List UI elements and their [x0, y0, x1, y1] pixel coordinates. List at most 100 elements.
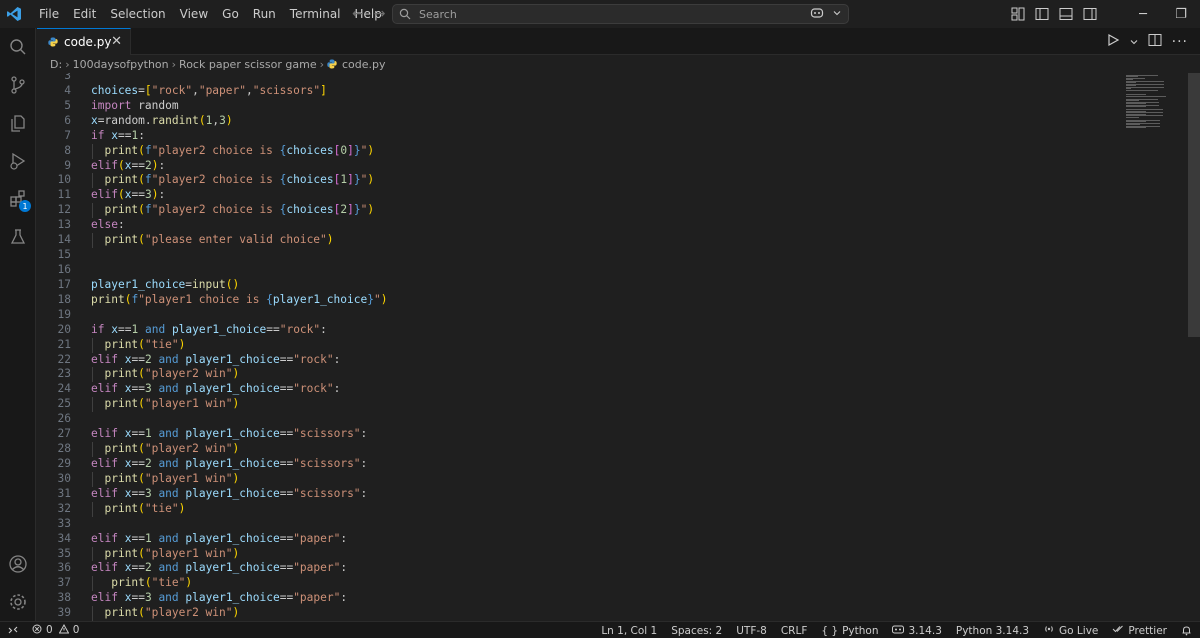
line-number: 26	[57, 412, 71, 426]
go-live-button[interactable]: Go Live	[1043, 624, 1098, 637]
minimap-line	[1126, 86, 1164, 88]
more-actions-icon[interactable]: ···	[1172, 34, 1188, 50]
accounts-icon[interactable]	[0, 545, 36, 583]
prettier-button[interactable]: Prettier	[1112, 624, 1167, 637]
scrollbar-thumb[interactable]	[1188, 73, 1200, 337]
line-number: 34	[57, 531, 71, 545]
line-number: 30	[57, 471, 71, 485]
toggle-secondary-sidebar-icon[interactable]	[1082, 6, 1098, 22]
remote-indicator-icon[interactable]	[0, 622, 26, 638]
line-number: 10	[57, 173, 71, 187]
line-number: 12	[57, 203, 71, 217]
line-number: 8	[64, 143, 71, 157]
cursor-position[interactable]: Ln 1, Col 1	[601, 625, 657, 637]
vertical-scrollbar[interactable]	[1186, 73, 1200, 621]
line-number: 32	[57, 501, 71, 515]
end-of-line[interactable]: CRLF	[781, 625, 808, 637]
language-label: Python	[842, 624, 879, 637]
close-tab-icon[interactable]: ✕	[111, 34, 122, 49]
source-control-icon[interactable]	[0, 66, 36, 104]
line-number: 22	[57, 352, 71, 366]
back-arrow-icon[interactable]: ←	[352, 6, 364, 22]
menu-go[interactable]: Go	[215, 0, 246, 28]
menu-run[interactable]: Run	[246, 0, 283, 28]
line-number: 7	[64, 128, 71, 142]
copilot-icon	[810, 6, 824, 23]
toggle-primary-sidebar-icon[interactable]	[1034, 6, 1050, 22]
python-version-indicator[interactable]: 3.14.3	[892, 624, 942, 637]
navigation-arrows: ← →	[352, 0, 385, 28]
run-debug-icon[interactable]	[0, 142, 36, 180]
vscode-logo-icon	[0, 0, 28, 28]
editor-actions: ···	[1106, 28, 1188, 55]
line-number: 29	[57, 456, 71, 470]
breadcrumb-file[interactable]: code.py	[342, 58, 386, 71]
run-dropdown-chevron-icon[interactable]	[1130, 35, 1138, 49]
indentation[interactable]: Spaces: 2	[671, 625, 722, 637]
menu-edit[interactable]: Edit	[66, 0, 103, 28]
line-number: 5	[64, 98, 71, 112]
explorer-search-icon[interactable]	[0, 28, 36, 66]
minimap-line	[1126, 95, 1166, 97]
chevron-down-icon[interactable]	[832, 7, 842, 21]
customize-layout-icon[interactable]	[1010, 6, 1026, 22]
restore-icon[interactable]: ❐	[1162, 0, 1200, 28]
code-text: print(f"player2 choice is {choices[2]}")	[104, 203, 375, 217]
line-number: 16	[57, 262, 71, 276]
activity-bar-bottom	[0, 545, 36, 621]
line-number: 37	[57, 576, 71, 590]
go-live-label: Go Live	[1059, 624, 1099, 637]
chevron-right-icon: ›	[319, 57, 324, 71]
interpreter-selector[interactable]: Python 3.14.3	[956, 625, 1029, 637]
code-text: print("tie")	[104, 501, 186, 515]
breadcrumb-drive[interactable]: D:	[50, 58, 62, 71]
line-number: 38	[57, 591, 71, 605]
tab-code-py[interactable]: code.py ✕	[37, 28, 131, 55]
code-text: print("player2 win")	[104, 606, 240, 620]
split-editor-icon[interactable]	[1148, 33, 1162, 50]
status-bar: 0 0 Ln 1, Col 1 Spaces: 2 UTF-8 CRLF { }…	[0, 621, 1200, 638]
code-text: choices=["rock","paper","scissors"]	[91, 83, 327, 97]
command-center-search[interactable]: Search	[392, 4, 849, 24]
line-number: 25	[57, 397, 71, 411]
chevron-right-icon: ›	[65, 57, 70, 71]
editor-tab-bar: code.py ✕ ···	[37, 28, 1200, 55]
run-python-file-icon[interactable]	[1106, 33, 1120, 50]
copilot-button[interactable]	[810, 5, 842, 23]
code-text: elif(x==2):	[91, 158, 166, 172]
extensions-badge: 1	[19, 200, 31, 212]
testing-flask-icon[interactable]	[0, 218, 36, 256]
code-editor[interactable]: 3 4 choices=["rock","paper","scissors"] 5 im…	[37, 73, 1200, 621]
code-text: print("player1 win")	[104, 546, 240, 560]
file-encoding[interactable]: UTF-8	[736, 625, 767, 637]
code-text: elif x==1 and player1_choice=="paper":	[91, 531, 348, 545]
menu-file[interactable]: File	[32, 0, 66, 28]
minimap[interactable]	[1124, 73, 1186, 621]
explorer-files-icon[interactable]	[0, 104, 36, 142]
extensions-icon[interactable]: 1	[0, 180, 36, 218]
line-number: 39	[57, 606, 71, 620]
layout-controls	[1010, 0, 1098, 28]
menu-terminal[interactable]: Terminal	[283, 0, 348, 28]
menu-selection[interactable]: Selection	[103, 0, 172, 28]
notifications-bell-icon[interactable]	[1181, 625, 1192, 636]
line-number: 3	[64, 73, 71, 82]
breadcrumb-folder-100daysofpython[interactable]: 100daysofpython	[73, 58, 169, 71]
status-bar-right: Ln 1, Col 1 Spaces: 2 UTF-8 CRLF { } Pyt…	[601, 622, 1192, 638]
code-text: elif(x==3):	[91, 188, 166, 202]
menu-view[interactable]: View	[173, 0, 215, 28]
problems-indicator[interactable]: 0 0	[32, 623, 79, 637]
code-text: elif x==2 and player1_choice=="paper":	[91, 561, 348, 575]
code-text: x=random.randint(1,3)	[91, 113, 233, 127]
breadcrumb-folder-rock-paper[interactable]: Rock paper scissor game	[179, 58, 317, 71]
toggle-panel-icon[interactable]	[1058, 6, 1074, 22]
code-text: elif x==1 and player1_choice=="scissors"…	[91, 427, 368, 441]
minimize-icon[interactable]: ─	[1124, 0, 1162, 28]
line-number: 18	[57, 292, 71, 306]
line-number: 36	[57, 561, 71, 575]
code-text: if x==1:	[91, 128, 145, 142]
error-icon	[32, 624, 42, 637]
language-mode[interactable]: { } Python	[821, 625, 878, 637]
settings-gear-icon[interactable]	[0, 583, 36, 621]
forward-arrow-icon[interactable]: →	[374, 6, 386, 22]
